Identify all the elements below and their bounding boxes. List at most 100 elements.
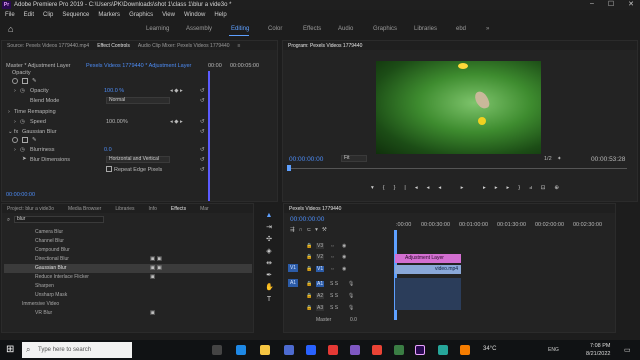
- track-select-icon[interactable]: ⇥: [265, 224, 273, 232]
- sync-lock-icon[interactable]: ⇔: [330, 254, 335, 260]
- program-timecode[interactable]: 00:00:00:00: [289, 156, 323, 163]
- notifications-icon[interactable]: ▭: [624, 346, 631, 354]
- list-item[interactable]: Channel Blur: [35, 238, 64, 244]
- track-label-a2[interactable]: A2: [316, 293, 325, 299]
- app-icon[interactable]: [350, 345, 360, 355]
- app-icon[interactable]: [394, 345, 404, 355]
- opacity-value[interactable]: 100.0 %: [104, 88, 124, 94]
- lock-icon[interactable]: 🔒: [306, 266, 312, 272]
- task-view-icon[interactable]: [212, 345, 222, 355]
- gaussian-blur-label[interactable]: Gaussian Blur: [22, 129, 57, 135]
- master-clip-label[interactable]: Master * Adjustment Layer: [6, 63, 71, 69]
- menu-file[interactable]: File: [5, 12, 15, 18]
- effects-search-input[interactable]: blur: [14, 216, 104, 223]
- list-item[interactable]: VR Blur: [35, 310, 52, 316]
- track-label-v2[interactable]: V2: [316, 254, 325, 260]
- tab-source[interactable]: Source: Pexels Videos 1779440.mp4: [7, 43, 89, 49]
- premiere-taskbar-icon[interactable]: [415, 345, 425, 355]
- clip-name[interactable]: Pexels Videos 1779440 * Adjustment Layer: [86, 63, 191, 69]
- reset-blend-icon[interactable]: ↺: [200, 98, 205, 104]
- tab-audio-clip-mixer[interactable]: Audio Clip Mixer: Pexels Videos 1779440: [138, 43, 230, 49]
- reset-repeat-icon[interactable]: ↺: [200, 167, 205, 173]
- sync-lock-icon[interactable]: ⇔: [330, 266, 335, 272]
- rect-mask-icon[interactable]: [22, 78, 28, 84]
- settings-wrench-icon[interactable]: ✦: [557, 156, 562, 162]
- list-item[interactable]: Camera Blur: [35, 229, 63, 235]
- tab-libraries[interactable]: Libraries: [115, 206, 134, 212]
- list-item-gaussian-blur[interactable]: Gaussian Blur: [35, 265, 66, 271]
- expand-arrow-icon[interactable]: ›: [14, 88, 16, 94]
- eye-icon[interactable]: ◉: [342, 254, 346, 260]
- master-volume-value[interactable]: 0.0: [350, 317, 357, 323]
- minimize-icon[interactable]: –: [590, 0, 594, 8]
- blend-mode-dropdown[interactable]: Normal: [106, 97, 170, 104]
- list-item[interactable]: Reduce Interlace Flicker: [35, 274, 89, 280]
- program-title[interactable]: Program: Pexels Videos 1779440: [288, 43, 362, 49]
- close-icon[interactable]: ✕: [628, 0, 634, 8]
- reset-speed-icon[interactable]: ↺: [200, 119, 205, 125]
- mute-solo-buttons[interactable]: S S: [330, 305, 338, 311]
- lock-icon[interactable]: 🔒: [306, 243, 312, 249]
- workspace-color[interactable]: Color: [268, 26, 282, 32]
- clock-date[interactable]: 8/21/2022: [586, 351, 610, 357]
- timeline-timecode[interactable]: 00:00:00:00: [290, 216, 324, 223]
- blur-dimensions-dropdown[interactable]: Horizontal and Vertical: [106, 156, 170, 163]
- keyframe-nav-icon[interactable]: ◂ ◆ ▸: [170, 88, 183, 94]
- blur-rect-mask-icon[interactable]: [22, 137, 28, 143]
- type-tool-icon[interactable]: T: [265, 296, 273, 304]
- edge-icon[interactable]: [236, 345, 246, 355]
- tab-effect-controls[interactable]: Effect Controls: [97, 43, 130, 49]
- tab-effects[interactable]: Effects: [171, 206, 186, 212]
- slip-tool-icon[interactable]: ⇹: [265, 260, 273, 268]
- chrome-icon[interactable]: [372, 345, 382, 355]
- mail-icon[interactable]: [306, 345, 316, 355]
- source-patch-v1[interactable]: V1: [288, 264, 298, 272]
- menu-help[interactable]: Help: [214, 12, 226, 18]
- menu-view[interactable]: View: [162, 12, 175, 18]
- ellipse-mask-icon[interactable]: [12, 78, 18, 84]
- media-icon[interactable]: [328, 345, 338, 355]
- repeat-edge-checkbox[interactable]: [106, 166, 112, 172]
- blurriness-stopwatch-icon[interactable]: ◷: [20, 147, 25, 153]
- list-item[interactable]: Unsharp Mask: [35, 292, 67, 298]
- menu-sequence[interactable]: Sequence: [62, 12, 89, 18]
- taskbar-search-input[interactable]: Type here to search: [22, 342, 132, 358]
- list-item[interactable]: Directional Blur: [35, 256, 69, 262]
- tab-media-browser[interactable]: Media Browser: [68, 206, 101, 212]
- file-explorer-icon[interactable]: [260, 345, 270, 355]
- list-item[interactable]: Sharpen: [35, 283, 54, 289]
- razor-icon[interactable]: ◈: [265, 248, 273, 256]
- lock-icon[interactable]: 🔒: [306, 254, 312, 260]
- eye-icon[interactable]: ◉: [342, 243, 346, 249]
- menu-markers[interactable]: Markers: [98, 12, 120, 18]
- video-clip[interactable]: video.mp4: [395, 265, 461, 274]
- selection-tool-icon[interactable]: ▲: [265, 212, 273, 220]
- list-item[interactable]: Compound Blur: [35, 247, 70, 253]
- workspace-audio[interactable]: Audio: [338, 26, 353, 32]
- gaussian-arrow-icon[interactable]: ⌄: [8, 129, 13, 135]
- speed-keyframe-icon[interactable]: ◂ ◆ ▸: [170, 119, 183, 125]
- folder-immersive-video[interactable]: Immersive Video: [22, 301, 59, 307]
- workspace-learning[interactable]: Learning: [146, 26, 169, 32]
- tab-markers[interactable]: Mar: [200, 206, 209, 212]
- program-playhead-icon[interactable]: [287, 165, 291, 171]
- menu-window[interactable]: Window: [184, 12, 205, 18]
- workspace-assembly[interactable]: Assembly: [186, 26, 212, 32]
- hand-tool-icon[interactable]: ✋: [265, 284, 274, 292]
- microphone-icon[interactable]: 🎙: [348, 293, 354, 299]
- microphone-icon[interactable]: 🎙: [348, 305, 354, 311]
- pen-tool-icon[interactable]: ✒: [265, 272, 273, 280]
- track-label-v1[interactable]: V1: [316, 266, 325, 272]
- workspace-editing[interactable]: Editing: [231, 26, 249, 32]
- ripple-edit-icon[interactable]: ✣: [265, 236, 273, 244]
- language-indicator[interactable]: ENG: [548, 347, 559, 353]
- fit-dropdown[interactable]: Fit: [341, 155, 367, 162]
- workspace-graphics[interactable]: Graphics: [373, 26, 397, 32]
- workspace-ebd[interactable]: ebd: [456, 26, 466, 32]
- track-label-v3[interactable]: V3: [316, 243, 325, 249]
- fx-icon[interactable]: fx: [14, 129, 18, 135]
- resolution-fraction[interactable]: 1/2: [544, 156, 552, 162]
- home-icon[interactable]: ⌂: [8, 24, 13, 34]
- clock-time[interactable]: 7:08 PM: [590, 343, 610, 349]
- tab-info[interactable]: Info: [149, 206, 157, 212]
